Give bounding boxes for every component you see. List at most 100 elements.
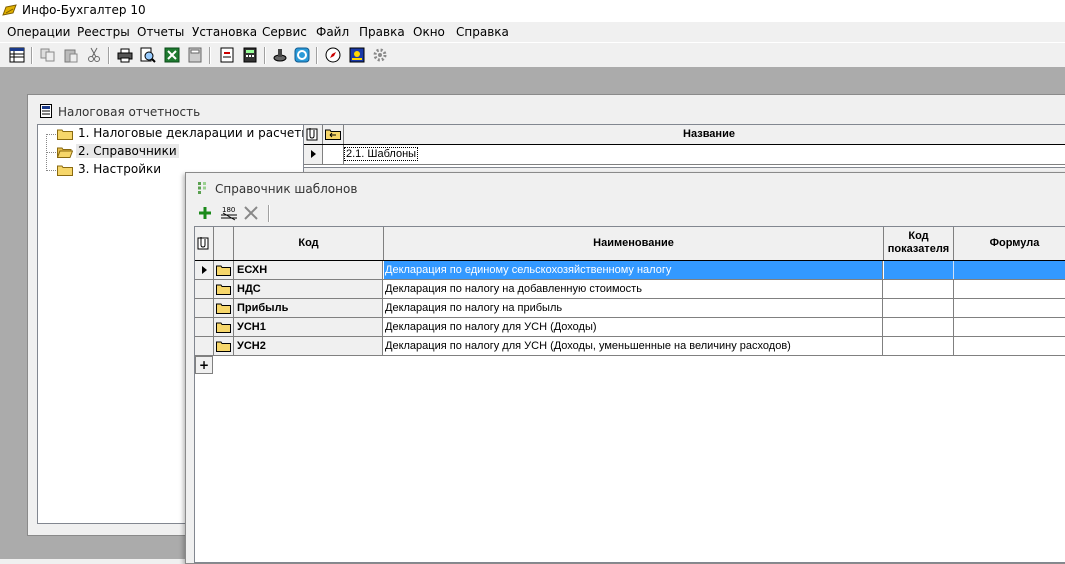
folder-open-icon	[57, 147, 73, 158]
templates-grid: Код Наименование Код показателя Формула Е…	[194, 226, 1065, 563]
preview-icon[interactable]	[140, 47, 156, 63]
table-icon[interactable]	[9, 47, 25, 63]
column-header-name[interactable]: Название	[344, 125, 1065, 144]
tree-item-label: 2. Справочники	[76, 144, 179, 158]
paperclip-icon	[197, 237, 209, 250]
menu-bar: Операции Реестры Отчеты Установка Сервис…	[0, 22, 1065, 42]
add-row-button[interactable]: +	[195, 356, 213, 374]
row-indicator	[195, 261, 214, 279]
delete-icon[interactable]	[242, 204, 260, 222]
copy-icon[interactable]	[40, 47, 56, 63]
row-indicator	[195, 337, 214, 355]
templates-titlebar: Справочник шаблонов	[186, 173, 1065, 203]
header-line-2: показателя	[887, 243, 950, 255]
paste-icon[interactable]	[63, 47, 79, 63]
table-row[interactable]: 2.1. Шаблоны	[304, 145, 1065, 165]
table-row[interactable]: ЕСХН Декларация по единому сельскохозяйс…	[195, 261, 1065, 280]
numbering-icon[interactable]: 180	[220, 204, 238, 222]
row-indicator	[195, 280, 214, 298]
folder-back-icon	[325, 129, 341, 140]
table-row[interactable]: УСН2 Декларация по налогу для УСН (Доход…	[195, 337, 1065, 356]
folder-column-header[interactable]	[214, 227, 234, 260]
calc2-icon[interactable]	[242, 47, 258, 63]
settings-icon[interactable]	[372, 47, 388, 63]
templates-title: Справочник шаблонов	[215, 182, 358, 196]
cell-indicator-code	[884, 337, 954, 355]
row-indicator	[304, 145, 323, 164]
folder-icon	[216, 322, 231, 333]
cell-name: Декларация по налогу на прибыль	[384, 299, 883, 317]
menu-operations[interactable]: Операции	[7, 25, 70, 39]
tree-item-label: 1. Налоговые декларации и расчеты	[78, 126, 311, 140]
cell-name: Декларация по налогу для УСН (Доходы)	[384, 318, 883, 336]
menu-setup[interactable]: Установка	[192, 25, 257, 39]
menu-edit[interactable]: Правка	[359, 25, 405, 39]
toolbar-separator	[209, 47, 211, 64]
table-row[interactable]: УСН1 Декларация по налогу для УСН (Доход…	[195, 318, 1065, 337]
cell-formula	[954, 337, 1065, 355]
cell-indicator-code	[884, 280, 954, 298]
add-icon[interactable]	[196, 204, 214, 222]
toolbar-separator	[268, 205, 270, 222]
row-folder-cell	[214, 280, 234, 298]
cell-indicator-code	[884, 318, 954, 336]
templates-window: Справочник шаблонов 180 Код Наименование…	[185, 172, 1065, 564]
table-row[interactable]: Прибыль Декларация по налогу на прибыль	[195, 299, 1065, 318]
column-header-indicator-code[interactable]: Код показателя	[884, 227, 954, 260]
print-icon[interactable]	[117, 47, 133, 63]
menu-registers[interactable]: Реестры	[77, 25, 130, 39]
attach-column-header[interactable]	[304, 125, 323, 144]
cell-kod: УСН2	[234, 337, 383, 355]
cut-icon[interactable]	[86, 47, 102, 63]
cell-name: Декларация по единому сельскохозяйственн…	[384, 261, 883, 279]
cell-kod: НДС	[234, 280, 383, 298]
cell-indicator-code	[884, 299, 954, 317]
refresh-icon[interactable]	[294, 47, 310, 63]
app-titlebar: Инфо-Бухгалтер 10	[0, 0, 1065, 22]
cell-indicator-code	[884, 261, 954, 279]
folder-icon	[216, 284, 231, 295]
toolbar-separator	[108, 47, 110, 64]
cell-kod: УСН1	[234, 318, 383, 336]
toolbar-separator	[264, 47, 266, 64]
folder-icon	[57, 129, 73, 140]
document-icon[interactable]	[219, 47, 235, 63]
templates-toolbar: 180	[196, 204, 276, 224]
menu-file[interactable]: Файл	[316, 25, 349, 39]
folder-icon	[57, 165, 73, 176]
folder-icon	[216, 341, 231, 352]
cell-formula	[954, 299, 1065, 317]
menu-help[interactable]: Справка	[456, 25, 509, 39]
column-header-name[interactable]: Наименование	[384, 227, 884, 260]
cell-kod: ЕСХН	[234, 261, 383, 279]
menu-service[interactable]: Сервис	[262, 25, 307, 39]
row-indicator	[195, 299, 214, 317]
cell-name: Декларация по налогу на добавленную стои…	[384, 280, 883, 298]
report-icon	[40, 104, 52, 118]
menu-window[interactable]: Окно	[413, 25, 445, 39]
column-header-formula[interactable]: Формула	[954, 227, 1065, 260]
menu-reports[interactable]: Отчеты	[137, 25, 184, 39]
cell-formula	[954, 318, 1065, 336]
cell-name: Декларация по налогу для УСН (Доходы, ум…	[384, 337, 883, 355]
row-folder-cell	[214, 299, 234, 317]
image-icon[interactable]	[349, 47, 365, 63]
table-row[interactable]: НДС Декларация по налогу на добавленную …	[195, 280, 1065, 299]
toolbar-separator	[316, 47, 318, 64]
excel-icon[interactable]	[164, 47, 180, 63]
calculator-icon[interactable]	[187, 47, 203, 63]
tax-reporting-titlebar: Налоговая отчетность	[29, 102, 1065, 122]
grid-header: Код Наименование Код показателя Формула	[195, 227, 1065, 261]
column-header-kod[interactable]: Код	[234, 227, 384, 260]
current-row-arrow-icon	[202, 266, 207, 274]
tax-reporting-title: Налоговая отчетность	[58, 105, 201, 119]
header-line-1: Код	[908, 230, 929, 242]
attach-column-header[interactable]	[195, 227, 214, 260]
row-name: 2.1. Шаблоны	[344, 147, 419, 161]
stamp-icon[interactable]	[272, 47, 288, 63]
folder-column-header[interactable]	[323, 125, 344, 144]
tree-item-label: 3. Настройки	[78, 162, 162, 176]
row-folder-cell	[214, 261, 234, 279]
compass-icon[interactable]	[325, 47, 341, 63]
folder-icon	[216, 303, 231, 314]
